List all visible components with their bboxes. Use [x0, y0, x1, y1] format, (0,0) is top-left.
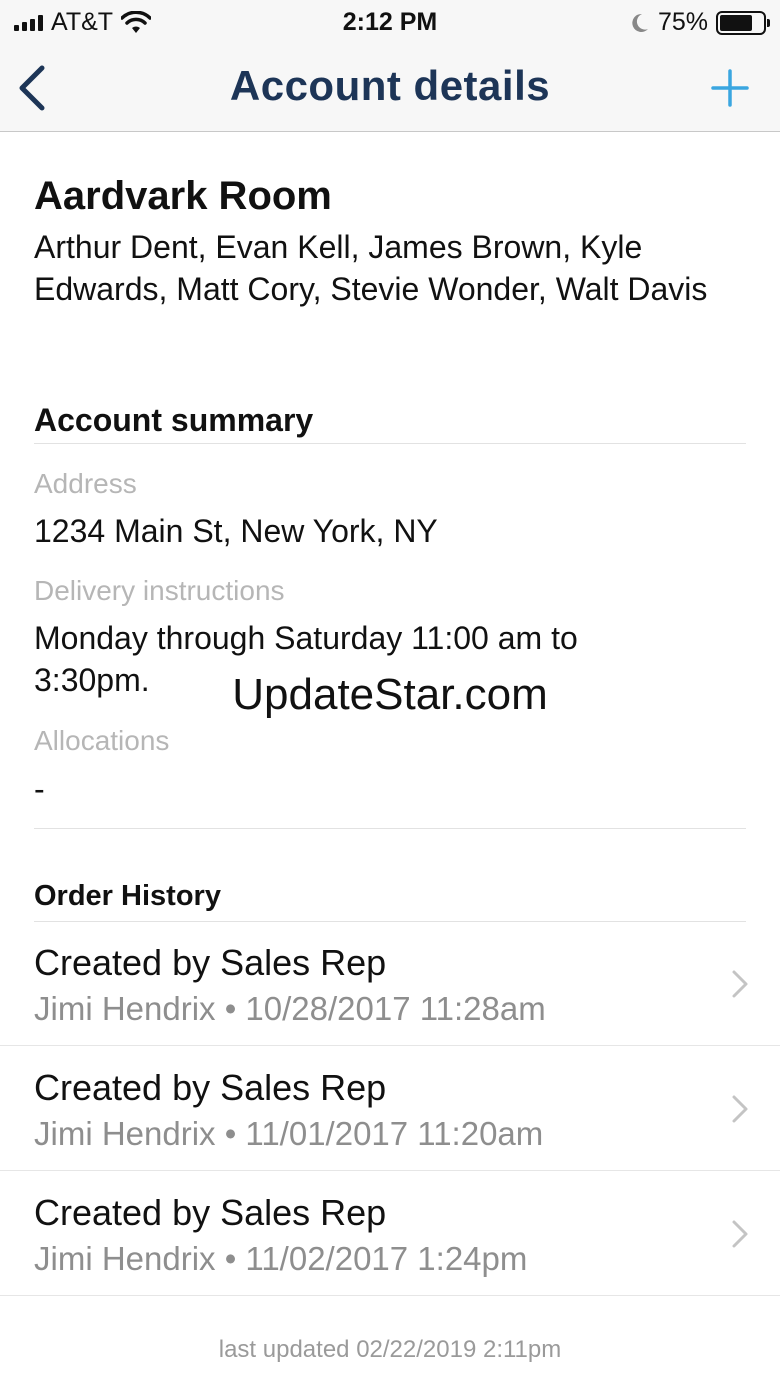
summary-divider [34, 443, 746, 444]
page-title: Account details [229, 62, 551, 109]
chevron-right-icon [732, 1220, 748, 1248]
navigation-bar: Account details [0, 44, 780, 132]
order-title: Created by Sales Rep [34, 942, 387, 983]
account-header: Aardvark Room Arthur Dent, Evan Kell, Ja… [34, 170, 746, 310]
order-row[interactable]: Created by Sales Rep Jimi Hendrix • 11/0… [0, 1047, 780, 1171]
row-divider [0, 1170, 780, 1171]
account-members: Arthur Dent, Evan Kell, James Brown, Kyl… [34, 229, 708, 307]
order-row[interactable]: Created by Sales Rep Jimi Hendrix • 10/2… [0, 922, 780, 1046]
allocations-value: - [34, 771, 45, 807]
battery-icon [716, 10, 770, 35]
order-meta: Jimi Hendrix • 11/02/2017 1:24pm [34, 1240, 528, 1277]
chevron-right-icon [732, 970, 748, 998]
delivery-instructions-label: Delivery instructions [34, 575, 285, 606]
order-title: Created by Sales Rep [34, 1067, 387, 1108]
allocations-label: Allocations [34, 725, 170, 756]
watermark: UpdateStar.com [232, 670, 548, 719]
order-row[interactable]: Created by Sales Rep Jimi Hendrix • 11/0… [0, 1172, 780, 1296]
summary-bottom-divider [34, 828, 746, 829]
row-divider [0, 1045, 780, 1046]
order-meta: Jimi Hendrix • 10/28/2017 11:28am [34, 990, 546, 1027]
account-summary-title: Account summary [34, 402, 314, 438]
moon-icon [632, 13, 648, 32]
status-right: 75% [630, 8, 770, 37]
address-value: 1234 Main St, New York, NY [34, 513, 438, 549]
status-bar: AT&T 2:12 PM 75% [0, 0, 780, 44]
address-label: Address [34, 468, 137, 499]
order-history-title: Order History [34, 880, 221, 912]
order-meta: Jimi Hendrix • 11/01/2017 11:20am [34, 1115, 544, 1152]
battery-percent: 75% [657, 8, 708, 36]
plus-icon[interactable] [710, 68, 750, 108]
order-title: Created by Sales Rep [34, 1192, 387, 1233]
last-updated-footer: last updated 02/22/2019 2:11pm [218, 1336, 562, 1363]
account-name: Aardvark Room [34, 174, 332, 218]
battery-fill [720, 14, 752, 31]
row-divider [0, 1295, 780, 1296]
chevron-right-icon [732, 1095, 748, 1123]
